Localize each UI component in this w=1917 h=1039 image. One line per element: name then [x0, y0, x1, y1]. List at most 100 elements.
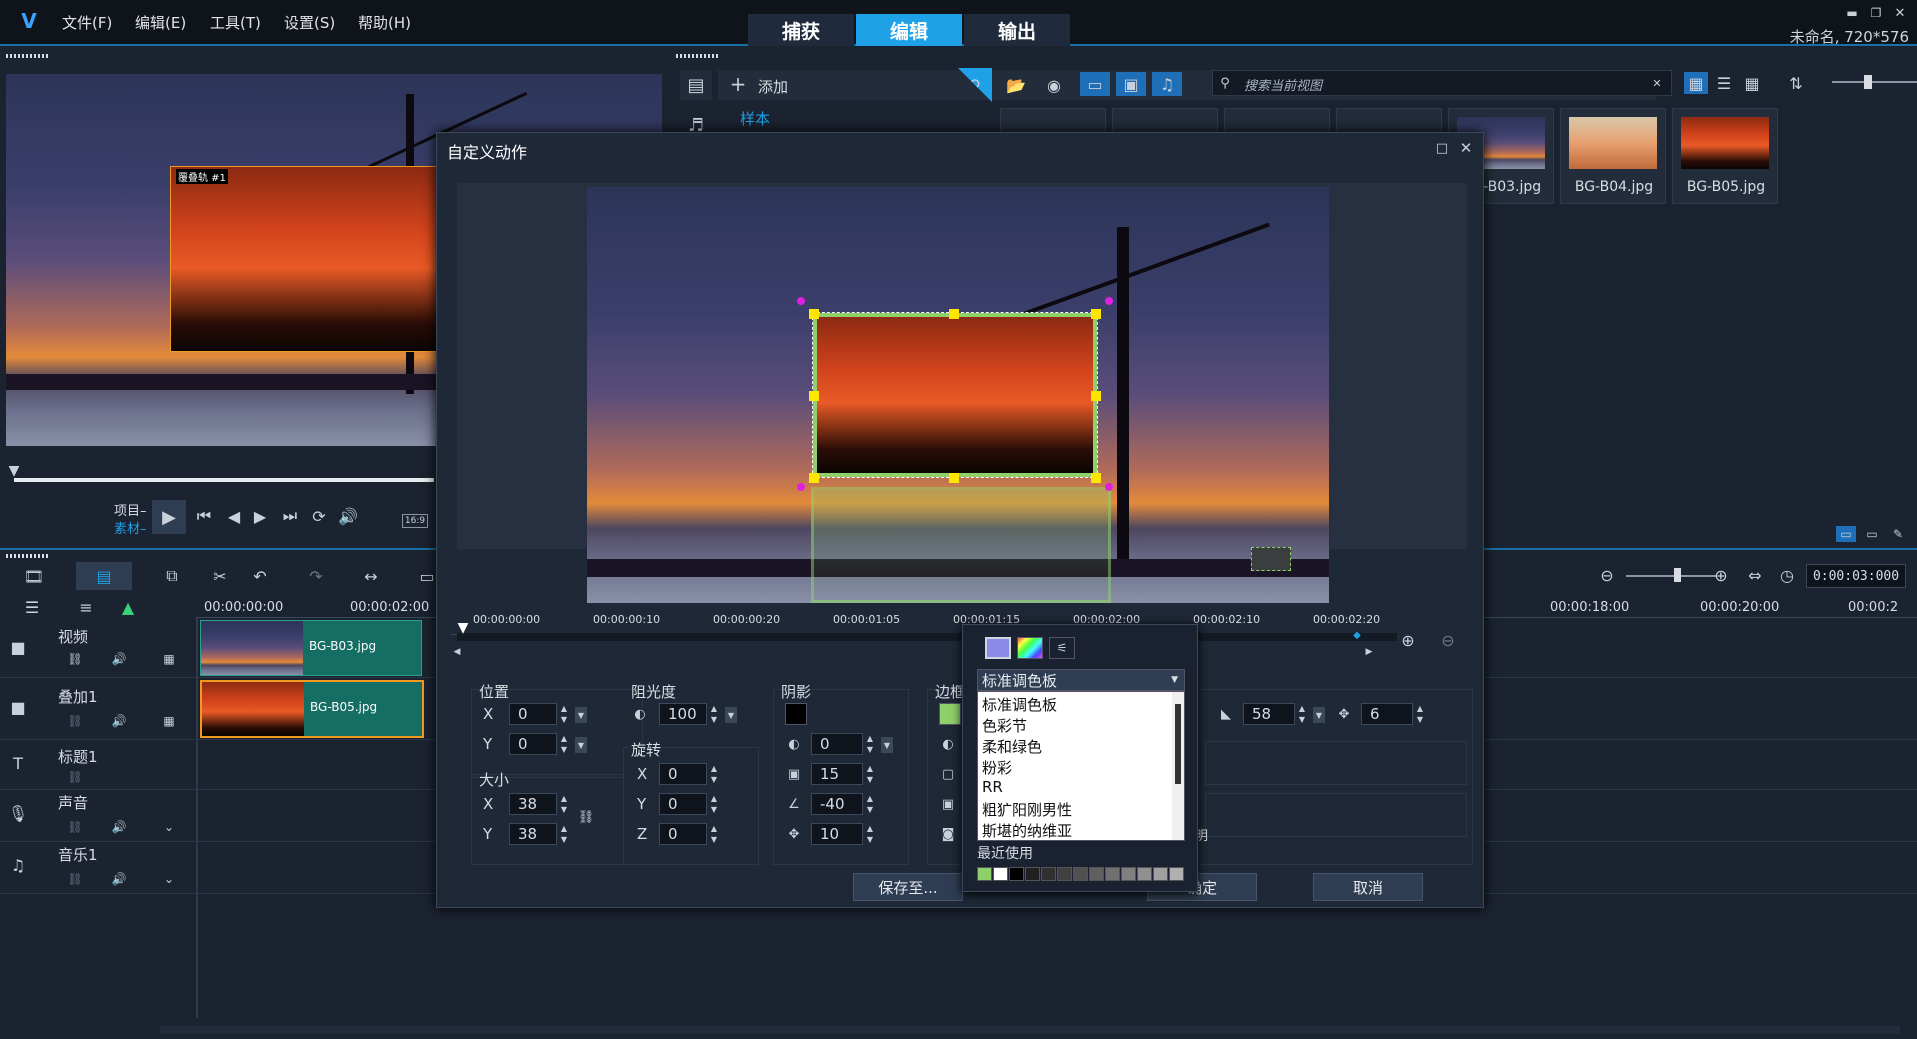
position-y-menu[interactable]: ▼ — [575, 737, 587, 753]
zoom-handle[interactable] — [1674, 568, 1681, 582]
zoom-in-icon[interactable]: ⊕ — [1710, 564, 1732, 586]
link-icon[interactable]: ⛓ — [66, 712, 84, 730]
resize-handle[interactable] — [1091, 391, 1101, 401]
expand-icon[interactable]: ⌄ — [160, 818, 178, 836]
ripple-icon[interactable]: ▦ — [160, 712, 178, 730]
view-thumbs-icon[interactable]: ▦ — [1684, 72, 1708, 94]
library-edit-icon[interactable]: ✎ — [1888, 526, 1908, 542]
undo-icon[interactable]: ↶ — [248, 564, 272, 588]
go-start-icon[interactable]: ⏮ — [194, 506, 214, 526]
shadow-distance-input[interactable]: 10 — [811, 823, 863, 845]
volume-icon[interactable]: 🔊 — [338, 506, 358, 526]
library-thumb-bg-b05[interactable]: BG-B05.jpg — [1672, 108, 1778, 204]
recent-color-swatch[interactable] — [1137, 867, 1152, 881]
close-icon[interactable]: ✕ — [1891, 6, 1909, 21]
recent-color-swatch[interactable] — [1073, 867, 1088, 881]
library-view-2-icon[interactable]: ▭ — [1862, 526, 1882, 542]
resize-handle[interactable] — [1091, 309, 1101, 319]
mute-icon[interactable]: 🔊 — [110, 650, 128, 668]
rotation-y-input[interactable]: 0 — [659, 793, 707, 815]
opacity-stepper[interactable]: ▲ ▼ — [707, 703, 721, 725]
zoom-slider[interactable] — [1626, 575, 1716, 577]
menu-settings[interactable]: 设置(S) — [284, 12, 335, 33]
rotation-x-input[interactable]: 0 — [659, 763, 707, 785]
shadow-angle-stepper[interactable]: ▲ ▼ — [863, 793, 877, 815]
restore-icon[interactable]: ❐ — [1867, 6, 1885, 20]
scrubber-handle-icon[interactable]: ▼ — [6, 463, 22, 479]
size-x-stepper[interactable]: ▲ ▼ — [557, 793, 571, 815]
fit-timeline-icon[interactable]: ↔ — [358, 564, 384, 588]
tools-icon[interactable]: ✂ — [208, 564, 232, 588]
timeline-hscroll[interactable] — [160, 1026, 1900, 1034]
view-list-icon[interactable]: ☰ — [1712, 72, 1736, 94]
capture-icon[interactable]: ◉ — [1042, 74, 1066, 96]
track-manager-icon[interactable]: ⧉ — [160, 564, 184, 588]
clear-search-icon[interactable]: ✕ — [1648, 74, 1666, 92]
position-x-stepper[interactable]: ▲ ▼ — [557, 703, 571, 725]
position-y-input[interactable]: 0 — [509, 733, 557, 755]
palette-swatch-icon[interactable] — [985, 637, 1011, 659]
add-folder-label[interactable]: 添加 — [758, 76, 788, 97]
rotation-z-stepper[interactable]: ▲ ▼ — [707, 823, 721, 845]
palette-option[interactable]: 色彩节 — [982, 715, 1027, 736]
border-color-swatch[interactable] — [939, 703, 961, 725]
shadow-color-swatch[interactable] — [785, 703, 807, 725]
recent-color-swatch[interactable] — [1057, 867, 1072, 881]
mute-icon[interactable]: 🔊 — [110, 870, 128, 888]
panel-grip[interactable] — [6, 54, 50, 58]
library-view-1-icon[interactable]: ▭ — [1836, 526, 1856, 542]
border-width-stepper[interactable]: ▲ ▼ — [1413, 703, 1427, 725]
dialog-close-icon[interactable]: ✕ — [1457, 139, 1475, 157]
track-list-icon[interactable]: ☰ — [20, 598, 44, 617]
dialog-zoom-in-icon[interactable]: ⊕ — [1397, 629, 1419, 651]
folder-item-sample[interactable]: 样本 — [740, 108, 770, 129]
link-icon[interactable]: ⛓ — [66, 818, 84, 836]
palette-option[interactable]: 柔和绿色 — [982, 736, 1042, 757]
palette-dropdown[interactable]: 标准调色板 ▼ — [977, 669, 1185, 691]
opacity-input[interactable]: 100 — [659, 703, 707, 725]
aspect-ratio-button[interactable]: 16:9 — [402, 514, 428, 528]
mute-icon[interactable]: 🔊 — [110, 712, 128, 730]
recent-color-swatch[interactable] — [1105, 867, 1120, 881]
overlay-clip-preview[interactable] — [170, 166, 438, 352]
clip-bg-b03[interactable]: BG-B03.jpg — [200, 620, 422, 676]
palette-list[interactable]: 标准调色板 色彩节 柔和绿色 粉彩 RR 粗犷阳刚男性 斯堪的纳维亚 — [977, 691, 1185, 841]
show-audio-icon[interactable]: ♫ — [1152, 72, 1182, 96]
palette-option[interactable]: 斯堪的纳维亚 — [982, 820, 1072, 841]
shadow-object[interactable] — [1251, 547, 1291, 571]
recent-color-swatch[interactable] — [1169, 867, 1184, 881]
link-icon[interactable]: ⛓ — [66, 650, 84, 668]
border-inner-icon[interactable]: ▣ — [939, 795, 957, 813]
timecode-display[interactable]: 0:00:03:000 — [1806, 564, 1906, 588]
distort-handle[interactable] — [797, 297, 805, 305]
menu-edit[interactable]: 编辑(E) — [135, 12, 186, 33]
dialog-maximize-icon[interactable]: □ — [1433, 139, 1451, 157]
rotation-z-input[interactable]: 0 — [659, 823, 707, 845]
shadow-opacity-stepper[interactable]: ▲ ▼ — [863, 733, 877, 755]
border-square-icon[interactable]: ▢ — [939, 765, 957, 783]
fit-project-icon[interactable]: ⇔ — [1744, 564, 1766, 586]
border-softness-input[interactable]: 58 — [1243, 703, 1295, 725]
preview-scrubber[interactable] — [14, 478, 434, 482]
ripple-icon[interactable]: ▦ — [160, 650, 178, 668]
size-x-input[interactable]: 38 — [509, 793, 557, 815]
resize-handle[interactable] — [809, 473, 819, 483]
redo-icon[interactable]: ↷ — [304, 564, 328, 588]
recent-color-swatch[interactable] — [1121, 867, 1136, 881]
dialog-zoom-out-icon[interactable]: ⊖ — [1437, 629, 1459, 651]
project-mode-label[interactable]: 项目– — [114, 500, 147, 519]
cancel-button[interactable]: 取消 — [1313, 873, 1423, 901]
tab-edit[interactable]: 编辑 — [856, 14, 962, 46]
dialog-track[interactable] — [457, 633, 1397, 641]
play-button[interactable]: ▶ — [152, 500, 186, 534]
recent-color-swatch[interactable] — [1153, 867, 1168, 881]
resize-handle[interactable] — [949, 473, 959, 483]
menu-tools[interactable]: 工具(T) — [210, 12, 261, 33]
palette-sliders-icon[interactable]: ⚟ — [1049, 637, 1075, 659]
menu-file[interactable]: 文件(F) — [62, 12, 112, 33]
library-thumb-bg-b04[interactable]: BG-B04.jpg — [1560, 108, 1666, 204]
palette-option[interactable]: 粗犷阳刚男性 — [982, 799, 1072, 820]
border-softness-menu[interactable]: ▼ — [1313, 707, 1325, 723]
lock-aspect-icon[interactable]: ⛓ — [577, 805, 595, 829]
clip-mode-label[interactable]: 素材– — [114, 518, 147, 537]
